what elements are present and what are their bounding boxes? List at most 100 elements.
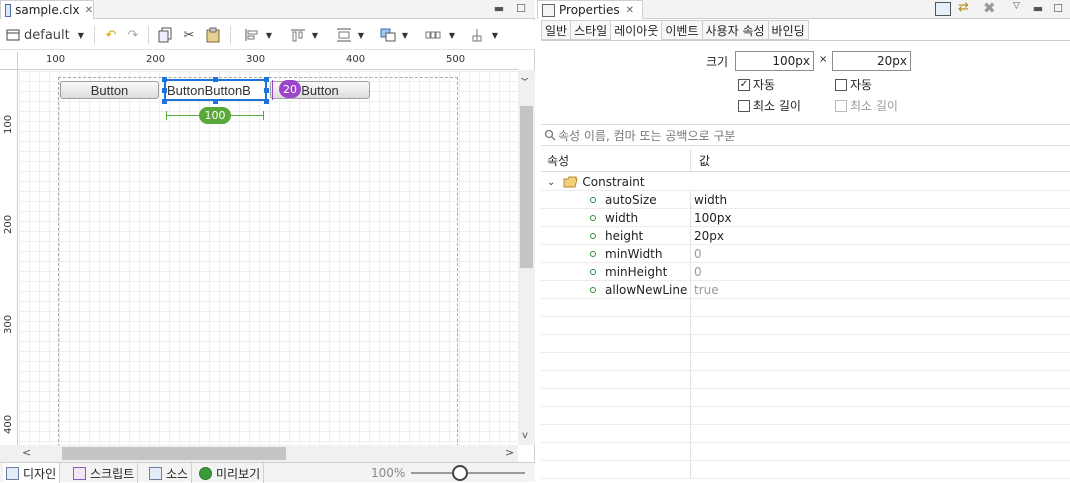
scroll-down-icon[interactable]: v	[522, 430, 528, 441]
min-width-checkbox[interactable]: 최소 길이	[738, 97, 801, 114]
close-icon[interactable]: ✕	[85, 5, 93, 16]
tab-user-attributes[interactable]: 사용자 속성	[702, 20, 769, 40]
zoom-slider-track[interactable]	[411, 472, 525, 474]
table-row[interactable]: minWidth 0	[541, 245, 1070, 263]
remove-icon[interactable]: ✖	[983, 0, 996, 17]
minimize-icon[interactable]: ▬	[492, 1, 506, 17]
property-value[interactable]: true	[694, 281, 719, 299]
zoom-level: 100%	[371, 466, 406, 480]
layout-dropdown[interactable]: ▼	[420, 25, 460, 45]
property-key: minHeight	[605, 265, 668, 279]
redo-icon[interactable]: ↷	[124, 25, 142, 45]
property-value[interactable]: 0	[694, 245, 702, 263]
tab-preview[interactable]: 미리보기	[196, 463, 265, 483]
view-menu-icon[interactable]: ▽	[1013, 1, 1020, 11]
tab-layout[interactable]: 레이아웃	[611, 20, 663, 40]
property-value[interactable]: 20px	[694, 227, 724, 245]
resize-handle[interactable]	[264, 77, 269, 82]
ruler-label: 100	[3, 114, 14, 134]
resize-handle[interactable]	[162, 88, 167, 93]
column-header-property: 속성	[541, 149, 691, 172]
selected-button[interactable]: ButtonButtonB	[164, 79, 267, 101]
tab-style[interactable]: 스타일	[571, 20, 612, 40]
property-dot-icon	[590, 287, 596, 293]
editor-tab-sample[interactable]: sample.clx ✕	[0, 0, 94, 19]
ruler-label: 400	[346, 54, 366, 65]
zoom-slider-thumb[interactable]	[452, 465, 468, 481]
property-search-input[interactable]: 속성 이름, 컴마 또는 공백으로 구분	[541, 124, 1070, 146]
tab-source[interactable]: 소스	[146, 463, 193, 483]
arrange-dropdown[interactable]: ▼	[376, 25, 412, 45]
property-table: 속성 값 ⌄ Constraint autoSize width width 1…	[541, 149, 1070, 482]
tab-binding[interactable]: 바인딩	[768, 20, 809, 40]
scroll-right-icon[interactable]: >	[505, 446, 514, 459]
vertical-ruler: 100 200 300 400	[0, 70, 18, 445]
empty-row	[541, 371, 1070, 389]
auto-height-checkbox[interactable]: 자동	[835, 76, 872, 93]
resize-handle[interactable]	[162, 99, 167, 104]
pin-view-icon[interactable]	[935, 2, 951, 16]
align-top-dropdown[interactable]: ▼	[286, 25, 322, 45]
design-canvas[interactable]: Button ButtonButtonB Button 20 100	[19, 71, 517, 445]
chevron-down-icon: ▼	[357, 30, 365, 40]
snap-dropdown[interactable]: ▼	[466, 25, 502, 45]
align-left-dropdown[interactable]: ▼	[240, 25, 276, 45]
table-row[interactable]: minHeight 0	[541, 263, 1070, 281]
property-value[interactable]: width	[694, 191, 727, 209]
maximize-icon[interactable]: ☐	[1051, 1, 1065, 17]
tab-design[interactable]: 디자인	[3, 463, 61, 483]
chevron-down-icon: ▼	[448, 30, 456, 40]
close-icon[interactable]: ✕	[626, 5, 634, 16]
search-icon	[544, 129, 556, 141]
toolbar-divider	[148, 26, 149, 44]
resize-handle[interactable]	[162, 77, 167, 82]
copy-icon[interactable]	[156, 25, 174, 45]
resize-handle[interactable]	[264, 88, 269, 93]
source-icon	[149, 466, 162, 480]
checkmark-icon: ✓	[738, 78, 750, 91]
properties-tab[interactable]: Properties ✕	[537, 0, 643, 19]
chevron-down-icon: ▼	[77, 30, 84, 40]
property-value[interactable]: 100px	[694, 209, 732, 227]
empty-row	[541, 443, 1070, 461]
table-row[interactable]: autoSize width	[541, 191, 1070, 209]
property-value[interactable]: 0	[694, 263, 702, 281]
property-key: width	[605, 211, 639, 225]
distribute-dropdown[interactable]: ▼	[332, 25, 368, 45]
horizontal-ruler: 100 200 300 400 500	[18, 52, 518, 70]
link-with-editor-icon[interactable]: ⇄	[958, 0, 969, 15]
resize-handle[interactable]	[213, 99, 218, 104]
chevron-down-icon[interactable]: ⌄	[547, 177, 555, 188]
button-left[interactable]: Button	[60, 81, 159, 99]
tab-general[interactable]: 일반	[541, 20, 572, 40]
table-header: 속성 값	[541, 149, 1070, 172]
minimize-icon[interactable]: ▬	[1031, 1, 1045, 17]
property-dot-icon	[590, 269, 596, 275]
min-height-label: 최소 길이	[850, 99, 898, 113]
undo-icon[interactable]: ↶	[102, 25, 120, 45]
maximize-icon[interactable]: ☐	[514, 1, 528, 17]
vertical-scroll-thumb[interactable]	[520, 106, 533, 268]
min-width-label: 최소 길이	[753, 99, 801, 113]
table-row[interactable]: height 20px	[541, 227, 1070, 245]
tab-script[interactable]: 스크립트	[70, 463, 139, 483]
resize-handle[interactable]	[213, 77, 218, 82]
toolbar-divider	[94, 26, 95, 44]
table-row[interactable]: width 100px	[541, 209, 1070, 227]
width-input[interactable]: 100px	[735, 51, 814, 71]
screen-select-dropdown[interactable]: default ▼	[6, 25, 90, 45]
paste-icon[interactable]	[204, 25, 222, 45]
height-input[interactable]: 20px	[832, 51, 911, 71]
group-row-constraint[interactable]: ⌄ Constraint	[541, 173, 1070, 191]
scroll-left-icon[interactable]: <	[22, 446, 31, 459]
auto-width-checkbox[interactable]: ✓ 자동	[738, 76, 775, 93]
scroll-up-icon[interactable]: ^	[519, 71, 530, 81]
table-row[interactable]: allowNewLine true	[541, 281, 1070, 299]
cut-icon[interactable]: ✂	[180, 25, 198, 45]
tab-events[interactable]: 이벤트	[662, 20, 703, 40]
tab-design-label: 디자인	[23, 466, 57, 481]
align-top-icon	[290, 29, 305, 42]
resize-handle[interactable]	[264, 99, 269, 104]
subtab-divider	[541, 40, 1070, 41]
horizontal-scroll-thumb[interactable]	[62, 447, 286, 460]
